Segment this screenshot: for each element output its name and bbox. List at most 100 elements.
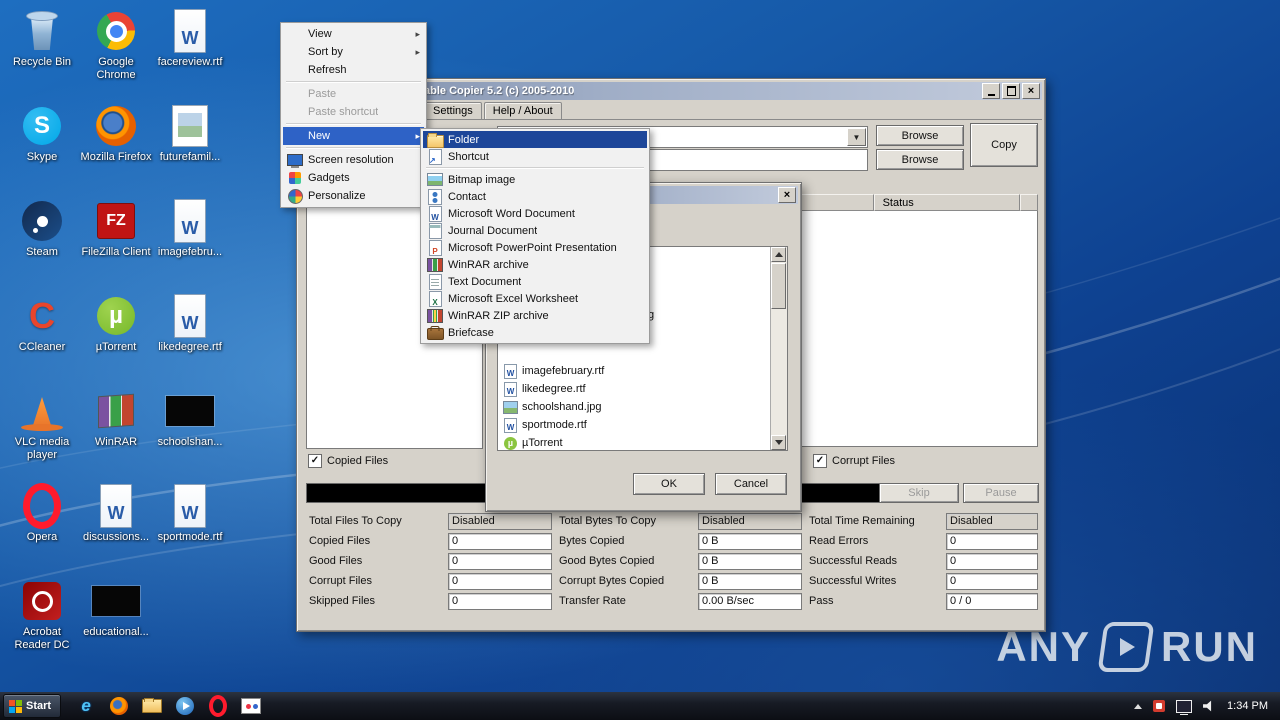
menu-icon-slot — [286, 86, 304, 102]
menu-item-screen-resolution[interactable]: Screen resolution — [283, 151, 424, 169]
desktop-icon-facereview-rtf[interactable]: facereview.rtf — [152, 8, 228, 69]
opera-taskbar-icon[interactable] — [208, 696, 228, 716]
browse-source-button[interactable]: Browse — [876, 125, 964, 146]
desktop-icon-sportmode-rtf[interactable]: sportmode.rtf — [152, 483, 228, 544]
notification-icon[interactable] — [1153, 700, 1166, 712]
minimize-button[interactable] — [982, 83, 1000, 99]
desktop-icon-imagefebru[interactable]: imagefebru... — [152, 198, 228, 259]
dialog-scrollbar[interactable] — [770, 247, 787, 450]
desktop-icon-recycle-bin[interactable]: Recycle Bin — [4, 8, 80, 69]
desktop-icon-educational[interactable]: educational... — [78, 578, 154, 639]
firefox-taskbar-icon[interactable] — [109, 696, 129, 716]
menu-item-winrar-zip-archive[interactable]: WinRAR ZIP archive — [423, 307, 647, 324]
stat-label: Corrupt Bytes Copied — [559, 575, 665, 587]
dialog-close-button[interactable]: × — [778, 187, 796, 203]
menu-item-paste[interactable]: Paste — [283, 85, 424, 103]
explorer-folder-icon[interactable] — [142, 696, 162, 716]
menu-item-label: Screen resolution — [308, 154, 394, 166]
corrupt-files-label: Corrupt Files — [832, 455, 895, 467]
menu-item-refresh[interactable]: Refresh — [283, 61, 424, 79]
file-list-item-schoolshand-jpg[interactable]: schoolshand.jpg — [503, 399, 602, 415]
display-icon[interactable] — [1176, 699, 1193, 715]
desktop-icon-skype[interactable]: Skype — [4, 103, 80, 164]
menu-item-gadgets[interactable]: Gadgets — [283, 169, 424, 187]
desktop-icon-google-chrome[interactable]: Google Chrome — [78, 8, 154, 82]
file-list-item-imagefebruary-rtf[interactable]: imagefebruary.rtf — [503, 363, 605, 379]
menu-item-contact[interactable]: Contact — [423, 188, 647, 205]
start-button[interactable]: Start — [3, 694, 62, 718]
desktop-icon-ccleaner[interactable]: CCleaner — [4, 293, 80, 354]
menu-item-personalize[interactable]: Personalize — [283, 187, 424, 205]
menu-item-new[interactable]: New ▸ — [283, 127, 424, 145]
desktop-icon-acrobat-reader-dc[interactable]: Acrobat Reader DC — [4, 578, 80, 652]
tab-settings[interactable]: Settings — [424, 102, 482, 119]
menu-item-winrar-archive[interactable]: WinRAR archive — [423, 256, 647, 273]
scrollbar-thumb[interactable] — [771, 263, 786, 309]
cancel-button[interactable]: Cancel — [715, 473, 787, 495]
file-list-item-sportmode-rtf[interactable]: sportmode.rtf — [503, 417, 587, 433]
menu-item-view[interactable]: View ▸ — [283, 25, 424, 43]
menu-item-journal-document[interactable]: Journal Document — [423, 222, 647, 239]
menu-item-folder[interactable]: Folder — [423, 131, 647, 148]
corrupt-files-checkbox[interactable]: ✓ — [813, 454, 827, 468]
copy-button[interactable]: Copy — [970, 123, 1038, 167]
taskbar-clock[interactable]: 1:34 PM — [1227, 700, 1268, 712]
ok-button[interactable]: OK — [633, 473, 705, 495]
ccleaner-icon — [18, 293, 66, 339]
stat-value: 0 — [946, 572, 1038, 590]
desktop-icon-label: imagefebru... — [157, 246, 223, 258]
menu-item-label: Refresh — [308, 64, 347, 76]
menu-item-label: WinRAR ZIP archive — [448, 309, 549, 322]
menu-item-label: Gadgets — [308, 172, 350, 184]
desktop-icon-discussions[interactable]: discussions... — [78, 483, 154, 544]
menu-item-shortcut[interactable]: Shortcut — [423, 148, 647, 165]
scroll-up-button[interactable] — [771, 247, 786, 262]
menu-item-briefcase[interactable]: Briefcase — [423, 324, 647, 341]
desktop-icon-µtorrent[interactable]: µTorrent — [78, 293, 154, 354]
maximize-button[interactable] — [1002, 83, 1020, 99]
paint-icon[interactable] — [241, 696, 261, 716]
copied-files-checkbox[interactable]: ✓ — [308, 454, 322, 468]
combo-dropdown-button[interactable]: ▼ — [847, 128, 866, 146]
menu-item-sort-by[interactable]: Sort by ▸ — [283, 43, 424, 61]
desktop-icon-mozilla-firefox[interactable]: Mozilla Firefox — [78, 103, 154, 164]
stat-label: Total Time Remaining — [809, 515, 915, 527]
menu-icon-slot — [286, 62, 304, 78]
desktop-icon-vlc-media-player[interactable]: VLC media player — [4, 388, 80, 462]
menu-item-microsoft-excel-worksheet[interactable]: Microsoft Excel Worksheet — [423, 290, 647, 307]
desktop-icon-opera[interactable]: Opera — [4, 483, 80, 544]
internet-explorer-icon[interactable] — [76, 696, 96, 716]
desktop-icon-schoolshan[interactable]: schoolshan... — [152, 388, 228, 449]
file-list-item-likedegree-rtf[interactable]: likedegree.rtf — [503, 381, 586, 397]
menu-icon-slot — [286, 26, 304, 42]
chevron-up-icon[interactable] — [1134, 703, 1143, 709]
stat-label: Transfer Rate — [559, 595, 626, 607]
scroll-down-button[interactable] — [771, 435, 786, 450]
menu-item-microsoft-powerpoint-presentation[interactable]: Microsoft PowerPoint Presentation — [423, 239, 647, 256]
pause-button[interactable]: Pause — [963, 483, 1039, 503]
tab-help-about[interactable]: Help / About — [483, 102, 562, 119]
column-header-status[interactable]: Status — [873, 194, 1020, 211]
desktop-icon-label: µTorrent — [95, 341, 137, 353]
skip-button[interactable]: Skip — [879, 483, 959, 503]
menu-item-bitmap-image[interactable]: Bitmap image — [423, 171, 647, 188]
media-player-icon[interactable] — [175, 696, 195, 716]
desktop-icon-filezilla-client[interactable]: FileZilla Client — [78, 198, 154, 259]
desktop-icon-likedegree-rtf[interactable]: likedegree.rtf — [152, 293, 228, 354]
copied-files-option[interactable]: ✓ Copied Files — [308, 454, 388, 468]
menu-item-paste-shortcut[interactable]: Paste shortcut — [283, 103, 424, 121]
menu-item-text-document[interactable]: Text Document — [423, 273, 647, 290]
desktop[interactable]: Recycle Bin Google Chrome facereview.rtf Sk… — [0, 0, 1280, 720]
browse-target-button[interactable]: Browse — [876, 149, 964, 170]
menu-item-microsoft-word-document[interactable]: Microsoft Word Document — [423, 205, 647, 222]
contact-icon — [426, 189, 444, 205]
desktop-icon-futurefamil[interactable]: futurefamil... — [152, 103, 228, 164]
corrupt-files-option[interactable]: ✓ Corrupt Files — [813, 454, 895, 468]
utorrent-icon — [92, 293, 140, 339]
desktop-icon-steam[interactable]: Steam — [4, 198, 80, 259]
steam-icon — [18, 198, 66, 244]
desktop-icon-winrar[interactable]: WinRAR — [78, 388, 154, 449]
close-button[interactable]: × — [1022, 83, 1040, 99]
file-list-item-µtorrent[interactable]: µTorrent — [503, 435, 563, 451]
volume-icon[interactable] — [1203, 700, 1212, 712]
